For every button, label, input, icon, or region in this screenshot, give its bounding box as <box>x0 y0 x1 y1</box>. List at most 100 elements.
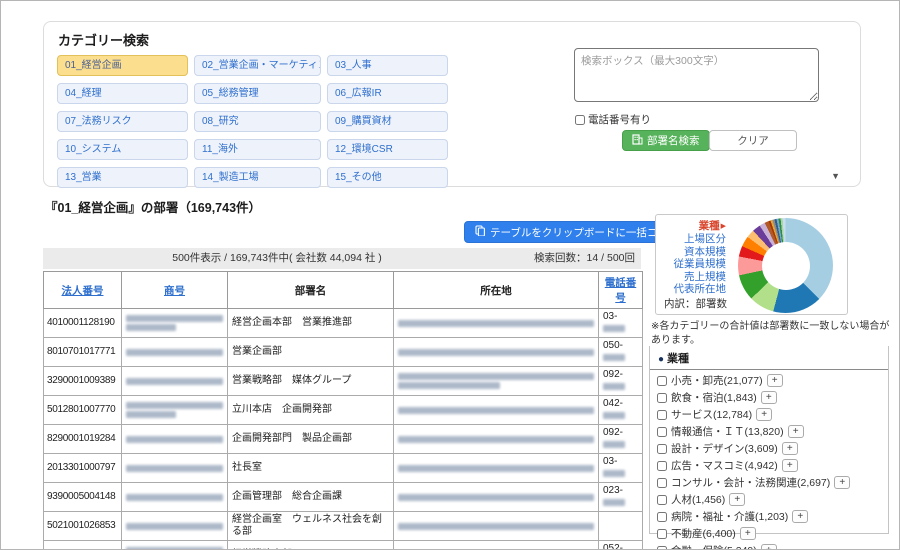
industry-item: 情報通信・ＩＴ(13,820) + <box>657 424 881 439</box>
industry-expand-button[interactable]: + <box>787 425 804 438</box>
industry-checkbox-人材[interactable] <box>657 494 667 505</box>
phone-cell: 023- <box>598 482 643 512</box>
phone-prefix: 050- <box>603 340 624 351</box>
redacted-text <box>398 435 594 443</box>
redacted-text <box>398 493 594 501</box>
redacted-text <box>126 324 177 331</box>
industry-expand-button[interactable]: + <box>729 493 746 506</box>
category-button-09_購買資材[interactable]: 09_購買資材 <box>327 111 448 132</box>
redacted-text <box>398 382 500 389</box>
redacted-text <box>603 324 625 332</box>
phone-filter-checkbox[interactable] <box>575 114 585 125</box>
industry-label: 人材(1,456) <box>671 494 726 506</box>
phone-cell: 03- <box>598 453 643 483</box>
industry-item: 小売・卸売(21,077) + <box>657 373 881 388</box>
category-button-10_システム[interactable]: 10_システム <box>57 139 188 160</box>
industry-expand-button[interactable]: + <box>781 442 798 455</box>
phone-prefix: 03- <box>603 311 618 322</box>
address-cell-redacted <box>393 337 599 367</box>
phone-prefix: 092- <box>603 427 624 438</box>
industry-expand-button[interactable]: + <box>756 408 773 421</box>
industry-checkbox-情報通信・ＩＴ[interactable] <box>657 426 667 437</box>
industry-item: コンサル・会計・法務関連(2,697) + <box>657 475 881 490</box>
category-button-06_広報IR[interactable]: 06_広報IR <box>327 83 448 104</box>
category-button-04_経理[interactable]: 04_経理 <box>57 83 188 104</box>
phone-filter[interactable]: 電話番号有り <box>575 112 651 127</box>
department-cell: 立川本店 企画開発部 <box>227 395 394 425</box>
phone-prefix: 03- <box>603 456 618 467</box>
category-button-07_法務リスク[interactable]: 07_法務リスク <box>57 111 188 132</box>
industry-expand-button[interactable]: + <box>766 374 783 387</box>
redacted-text <box>603 411 625 419</box>
industry-expand-button[interactable]: + <box>834 476 851 489</box>
category-button-01_経営企画[interactable]: 01_経営企画 <box>57 55 188 76</box>
address-cell-redacted <box>393 511 599 541</box>
category-button-14_製造工場[interactable]: 14_製造工場 <box>194 167 321 188</box>
category-button-12_環境CSR[interactable]: 12_環境CSR <box>327 139 448 160</box>
redacted-text <box>126 402 223 409</box>
redacted-text <box>126 411 177 418</box>
corporate-number-cell: 8290001019284 <box>43 424 122 454</box>
industry-checkbox-病院・福祉・介護[interactable] <box>657 511 667 522</box>
corporate-number-cell: 2013301000797 <box>43 453 122 483</box>
chart-tab-代表所在地[interactable]: 代表所在地 <box>660 283 727 295</box>
sort-link-電話番号[interactable]: 電話番号 <box>605 277 637 304</box>
industry-checkbox-設計・デザイン[interactable] <box>657 443 667 454</box>
industry-filter-panel: ● 業種 小売・卸売(21,077) + 飲食・宿泊(1,843) + サービス(12,7… <box>649 346 889 549</box>
chart-tab-上場区分[interactable]: 上場区分 <box>660 233 726 245</box>
category-button-02_営業企画・マーケティング[interactable]: 02_営業企画・マーケティング <box>194 55 321 76</box>
industry-expand-button[interactable]: + <box>760 391 777 404</box>
company-name-cell-redacted <box>121 511 228 541</box>
category-button-11_海外[interactable]: 11_海外 <box>194 139 321 160</box>
search-input[interactable] <box>574 48 819 102</box>
table-header-row: 法人番号 商号 部署名 所在地 電話番号 <box>43 271 643 309</box>
chart-tab-従業員規模[interactable]: 従業員規模 <box>660 258 727 270</box>
clear-button[interactable]: クリア <box>709 130 797 151</box>
results-title: 『01_経営企画』の部署（169,743件） <box>45 201 262 215</box>
column-header-商号[interactable]: 商号 <box>121 271 228 309</box>
category-button-13_営業[interactable]: 13_営業 <box>57 167 188 188</box>
category-button-03_人事[interactable]: 03_人事 <box>327 55 448 76</box>
category-button-05_総務管理[interactable]: 05_総務管理 <box>194 83 321 104</box>
company-name-cell-redacted <box>121 366 228 396</box>
phone-cell: 092- <box>598 424 643 454</box>
industry-expand-button[interactable]: + <box>792 510 809 523</box>
industry-checkbox-小売・卸売[interactable] <box>657 375 667 386</box>
sort-link-商号[interactable]: 商号 <box>164 285 185 297</box>
column-header-電話番号[interactable]: 電話番号 <box>598 271 643 309</box>
chart-tab-業種[interactable]: 業種▶ <box>660 220 726 233</box>
company-name-cell-redacted <box>121 424 228 454</box>
industry-heading: ● 業種 <box>650 346 888 367</box>
industry-expand-button[interactable]: + <box>760 544 777 549</box>
department-search-button[interactable]: 部署名検索 <box>622 130 710 151</box>
industry-item: 人材(1,456) + <box>657 492 881 507</box>
category-button-grid: 01_経営企画 02_営業企画・マーケティング 03_人事 04_経理 05_総務管理 0… <box>57 55 448 188</box>
industry-checkbox-広告・マスコミ[interactable] <box>657 460 667 471</box>
redacted-text <box>126 493 223 501</box>
column-header-法人番号[interactable]: 法人番号 <box>43 271 122 309</box>
industry-expand-button[interactable]: + <box>781 459 798 472</box>
industry-checkbox-コンサル・会計・法務関連[interactable] <box>657 477 667 488</box>
industry-checkbox-サービス[interactable] <box>657 409 667 420</box>
corporate-number-cell: 8010701017771 <box>43 337 122 367</box>
chart-tab-資本規模[interactable]: 資本規模 <box>660 246 726 258</box>
industry-expand-button[interactable]: + <box>739 527 756 540</box>
chart-caption: 内訳：部署数 <box>664 298 727 310</box>
category-button-15_その他[interactable]: 15_その他 <box>327 167 448 188</box>
industry-checkbox-飲食・宿泊[interactable] <box>657 392 667 403</box>
phone-cell: 050- <box>598 337 643 367</box>
results-table: 法人番号 商号 部署名 所在地 電話番号 4010001128190 経営企画本部 営業推… <box>43 271 643 549</box>
industry-checkbox-金融・保険[interactable] <box>657 545 667 549</box>
sort-link-法人番号[interactable]: 法人番号 <box>62 285 104 297</box>
category-button-08_研究[interactable]: 08_研究 <box>194 111 321 132</box>
industry-label: 金融・保険(5,249) <box>671 543 757 549</box>
clipboard-icon <box>475 225 485 239</box>
address-cell-redacted <box>393 395 599 425</box>
table-row: 8010701017771 営業企画部 050- <box>43 337 643 367</box>
industry-label: サービス(12,784) <box>671 409 753 421</box>
industry-checkbox-不動産[interactable] <box>657 528 667 539</box>
industry-donut-chart[interactable] <box>738 218 833 313</box>
collapse-arrow-icon[interactable]: ▼ <box>831 171 840 181</box>
chart-tab-売上規模[interactable]: 売上規模 <box>660 271 726 283</box>
industry-label: 不動産(6,400) <box>671 528 736 540</box>
